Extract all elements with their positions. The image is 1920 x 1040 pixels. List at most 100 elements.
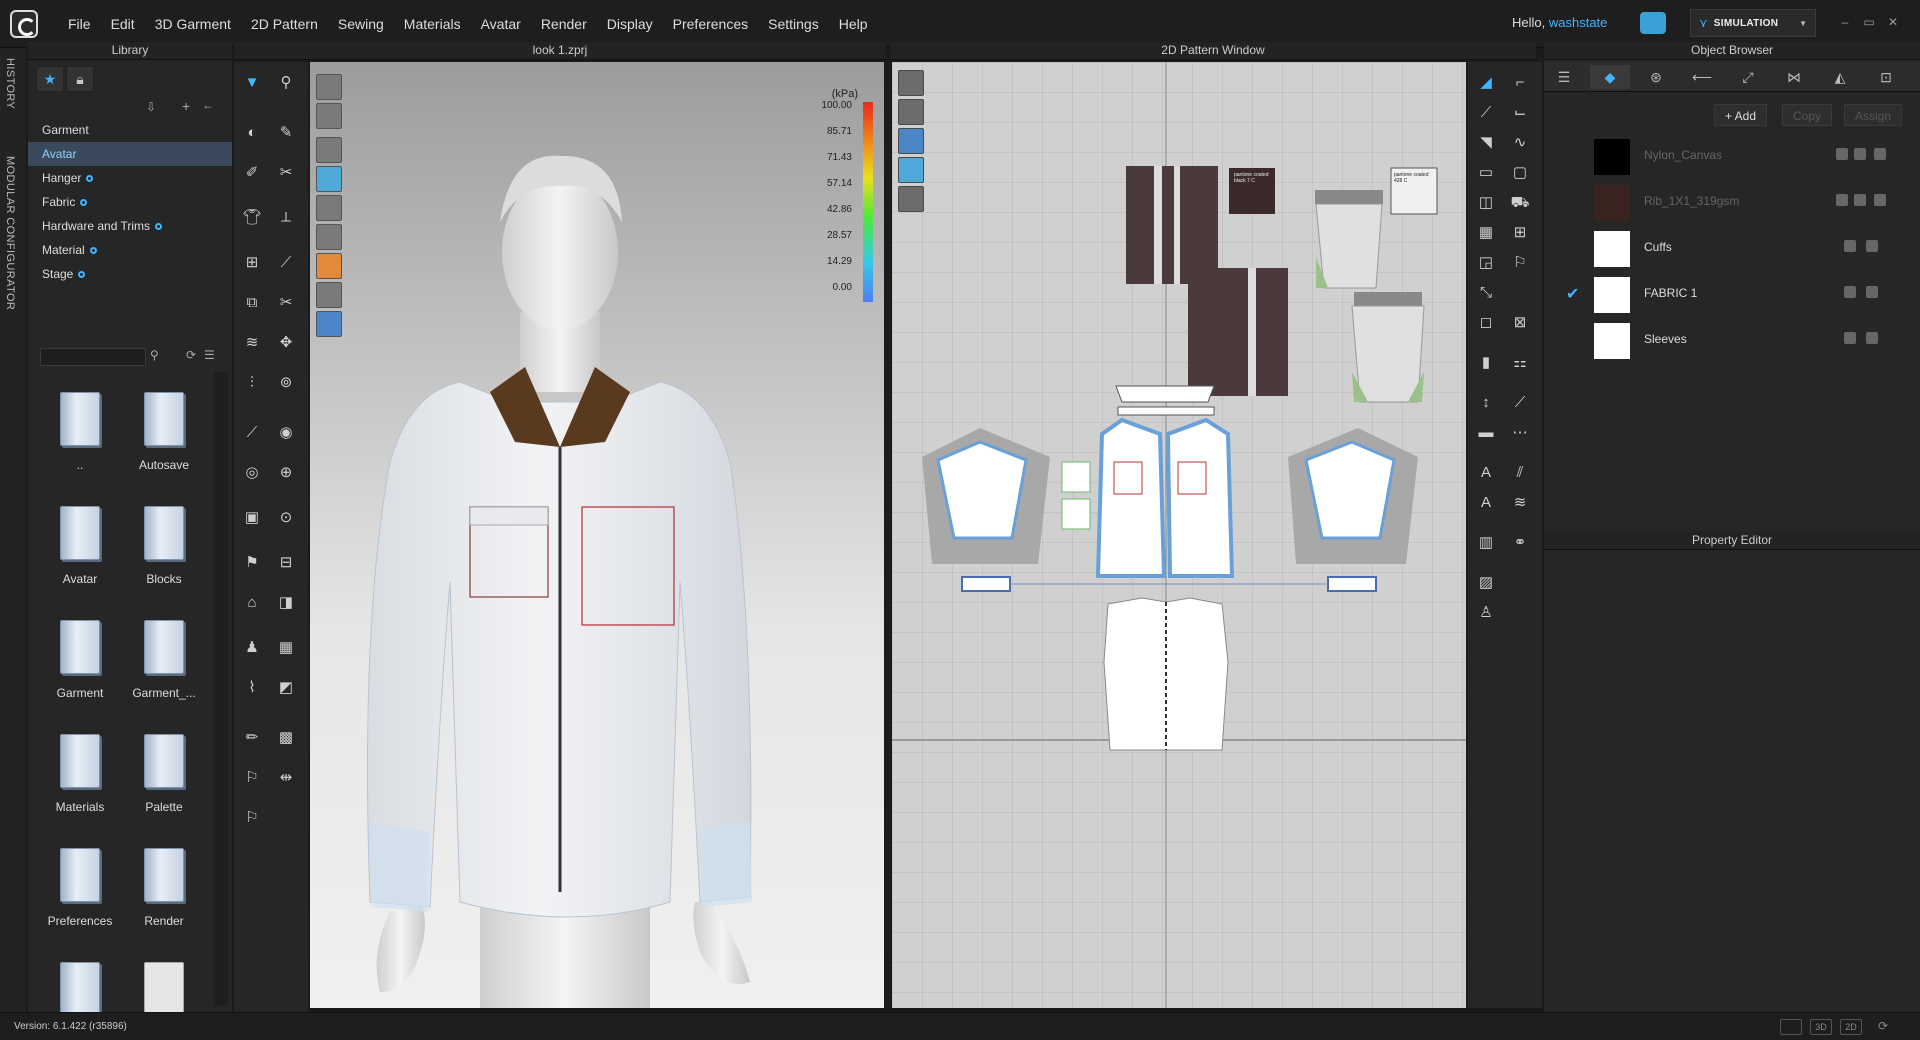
tack-2d-icon[interactable]: ⟋	[1508, 392, 1532, 414]
trim-icon[interactable]: ◉	[274, 422, 298, 444]
puckering-icon[interactable]: ⊟	[274, 552, 298, 574]
menu-2d-pattern[interactable]: 2D Pattern	[241, 16, 328, 32]
tree-item-material[interactable]: Material	[28, 238, 232, 262]
globe-icon[interactable]: ⊕	[274, 462, 298, 484]
fabric-view-icon[interactable]	[898, 157, 924, 183]
fabric-2d-icon[interactable]: ▨	[1474, 572, 1498, 594]
arrange-icon[interactable]: ⊞	[240, 252, 264, 274]
fold-2d-icon[interactable]: ◲	[1474, 252, 1498, 274]
search-icon[interactable]: ⚲	[150, 348, 159, 362]
delete-icon[interactable]	[1874, 148, 1886, 160]
shirt-2d-icon[interactable]: ⚐	[1508, 252, 1532, 274]
grab-icon[interactable]: ✥	[274, 332, 298, 354]
tree-item-fabric[interactable]: Fabric	[28, 190, 232, 214]
menu-file[interactable]: File	[58, 16, 101, 32]
download-icon[interactable]: ⇩	[146, 100, 156, 114]
car-icon[interactable]: ⛟	[1508, 192, 1532, 214]
pin-icon[interactable]: ✎	[274, 122, 298, 144]
align-icon[interactable]: ⇹	[274, 767, 298, 789]
gather-icon[interactable]: ⊠	[1508, 312, 1532, 334]
list-view-icon[interactable]: ☰	[204, 348, 215, 362]
measure-icon[interactable]: ⟂	[274, 207, 298, 229]
avatar-garment-render[interactable]	[350, 142, 780, 1008]
2d-pattern-viewport[interactable]: pantone coated black 7 C pantone coated …	[892, 62, 1466, 1008]
pattern-pieces[interactable]	[892, 62, 1466, 1008]
texture-display-icon[interactable]	[316, 137, 342, 163]
folder-item[interactable]: Render	[122, 834, 206, 944]
cloud-sync-icon[interactable]	[1640, 12, 1666, 34]
pattern-display-icon[interactable]	[316, 224, 342, 250]
menu-settings[interactable]: Settings	[758, 16, 829, 32]
walk-icon[interactable]: ⚲	[274, 72, 298, 94]
info-icon[interactable]	[898, 128, 924, 154]
folder-item[interactable]: Autosave	[122, 378, 206, 488]
assign-button[interactable]: Assign	[1844, 104, 1903, 126]
segment-sewing-icon[interactable]: ▮	[1474, 352, 1498, 374]
buttonhole-tab-icon[interactable]: ⟵	[1682, 65, 1722, 89]
minimize-icon[interactable]: –	[1838, 15, 1852, 29]
mode-selector[interactable]: ⋎ SIMULATION ▼	[1690, 9, 1816, 37]
hanger-icon[interactable]: ⌂	[240, 592, 264, 614]
favorites-star-icon[interactable]: ★	[36, 66, 64, 92]
menu-3d-garment[interactable]: 3D Garment	[145, 16, 241, 32]
mesh-display-icon[interactable]	[316, 195, 342, 221]
refresh-icon[interactable]: ⟳	[186, 348, 196, 362]
avatar-display-icon[interactable]	[316, 74, 342, 100]
baseline-icon[interactable]: ▬	[1474, 422, 1498, 444]
library-scrollbar[interactable]	[214, 372, 228, 1006]
material-row[interactable]: Rib_1X1_319gsm	[1544, 180, 1920, 224]
topstitch-icon[interactable]: ⋯	[1508, 422, 1532, 444]
apply-icon[interactable]	[1836, 194, 1848, 206]
edit-pattern-icon[interactable]: ⌐	[1508, 72, 1532, 94]
button-tab-icon[interactable]: ⊛	[1636, 65, 1676, 89]
camera-icon[interactable]: ◎	[240, 462, 264, 484]
edit-point-icon[interactable]: ⟋	[1474, 102, 1498, 124]
cut-2d-icon[interactable]: ⤡	[1474, 282, 1498, 304]
scene-tab-icon[interactable]: ⊡	[1866, 65, 1906, 89]
slice-icon[interactable]: ◩	[274, 677, 298, 699]
steam-icon[interactable]: ≋	[240, 332, 264, 354]
polygon-icon[interactable]: ▭	[1474, 162, 1498, 184]
shirt-icon[interactable]: 👕︎	[240, 207, 264, 229]
internal-polygon-icon[interactable]: ◫	[1474, 192, 1498, 214]
fabric-tab-icon[interactable]: ◆	[1590, 65, 1630, 89]
stress-map-icon[interactable]	[316, 253, 342, 279]
material-row[interactable]: Sleeves	[1544, 318, 1920, 362]
zipper-icon[interactable]: ⫶	[240, 372, 264, 394]
solid-display-icon[interactable]	[316, 166, 342, 192]
back-icon[interactable]: ←	[202, 98, 214, 112]
menu-materials[interactable]: Materials	[394, 16, 471, 32]
button-icon[interactable]: ⊚	[274, 372, 298, 394]
lock-button-icon[interactable]: ⊙	[274, 507, 298, 529]
grid-icon[interactable]: ▩	[274, 727, 298, 749]
material-row[interactable]: ✔ FABRIC 1	[1544, 272, 1920, 316]
add-button[interactable]: + Add	[1714, 104, 1768, 126]
cut-icon[interactable]: ✂	[274, 292, 298, 314]
delete-icon[interactable]	[1866, 286, 1878, 298]
trace-icon[interactable]: ▦	[1474, 222, 1498, 244]
apply-icon[interactable]	[1844, 332, 1856, 344]
single-view-icon[interactable]	[1780, 1019, 1802, 1035]
brush-icon[interactable]: ✐	[240, 162, 264, 184]
box-icon[interactable]: ▣	[240, 507, 264, 529]
avatar-2d-icon[interactable]: ♙	[1474, 602, 1498, 624]
folder-item[interactable]: ..	[38, 378, 122, 488]
menu-help[interactable]: Help	[829, 16, 878, 32]
line-icon[interactable]: ⟋	[274, 252, 298, 274]
annotation-icon[interactable]: A	[1474, 492, 1498, 514]
zigzag-icon[interactable]: ≋	[1508, 492, 1532, 514]
shirt-3-icon[interactable]: ⚐	[240, 807, 264, 829]
notch-icon[interactable]: ◻	[1474, 312, 1498, 334]
folder-item[interactable]: Preferences	[38, 834, 122, 944]
folder-item[interactable]: Garment_...	[122, 606, 206, 716]
environment-icon[interactable]	[316, 311, 342, 337]
apply-icon[interactable]	[1836, 148, 1848, 160]
menu-sewing[interactable]: Sewing	[328, 16, 394, 32]
tree-item-hanger[interactable]: Hanger	[28, 166, 232, 190]
shirt-view-icon[interactable]	[898, 99, 924, 125]
dart-icon[interactable]: ⊞	[1508, 222, 1532, 244]
apply-icon[interactable]	[1844, 286, 1856, 298]
menu-display[interactable]: Display	[597, 16, 663, 32]
tree-item-hardware-trims[interactable]: Hardware and Trims	[28, 214, 232, 238]
text-icon[interactable]: A	[1474, 462, 1498, 484]
